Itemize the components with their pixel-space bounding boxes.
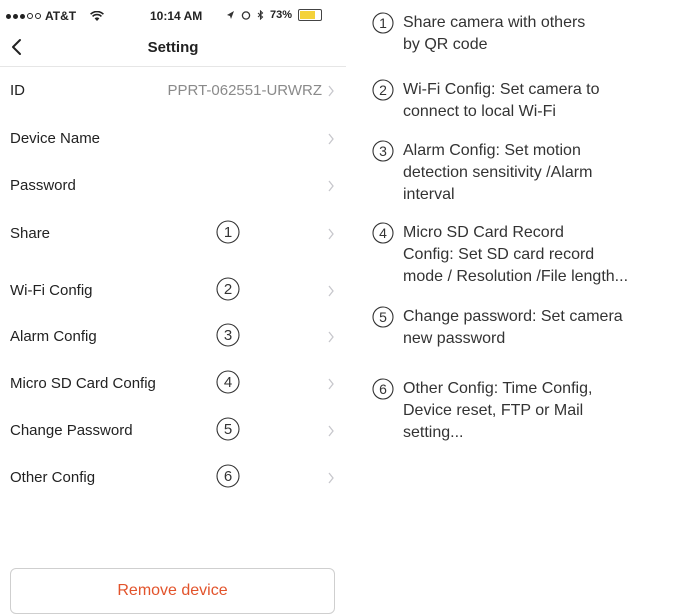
note-text: Other Config: Time Config, Device reset,… bbox=[403, 378, 675, 444]
svg-text:6: 6 bbox=[224, 468, 232, 485]
row-device-name[interactable]: Device Name bbox=[0, 115, 346, 162]
row-label: Micro SD Card Config bbox=[10, 375, 156, 392]
location-icon bbox=[227, 11, 234, 19]
status-bar: AT&T 10:14 AM 73% bbox=[0, 0, 346, 34]
svg-text:4: 4 bbox=[224, 374, 232, 391]
number-badge: 3 bbox=[372, 140, 394, 162]
note-line: interval bbox=[403, 186, 455, 203]
note-line: mode / Resolution /File length... bbox=[403, 268, 629, 285]
row-label: Password bbox=[10, 177, 76, 194]
note-line: Config: Set SD card record bbox=[403, 246, 595, 263]
signal-dots-icon bbox=[6, 13, 41, 19]
note-line: Micro SD Card Record bbox=[403, 224, 564, 241]
note-line: new password bbox=[403, 330, 506, 347]
nav-bar: Setting bbox=[0, 30, 346, 67]
note-line: Share camera with others bbox=[403, 14, 586, 31]
svg-text:1: 1 bbox=[224, 224, 232, 241]
note-text: Change password: Set camera new password bbox=[403, 306, 675, 350]
row-other-config[interactable]: Other Config 6 bbox=[0, 454, 346, 501]
note-text: Share camera with others by QR code bbox=[403, 12, 675, 56]
svg-text:2: 2 bbox=[379, 82, 387, 98]
remove-device-button[interactable]: Remove device bbox=[10, 568, 335, 614]
note-text: Micro SD Card Record Config: Set SD card… bbox=[403, 222, 675, 288]
number-badge: 2 bbox=[372, 79, 394, 101]
number-badge: 6 bbox=[216, 464, 240, 488]
row-label: Change Password bbox=[10, 422, 133, 439]
row-wifi-config[interactable]: Wi-Fi Config 2 bbox=[0, 267, 346, 314]
note-line: connect to local Wi-Fi bbox=[403, 103, 556, 120]
carrier-label: AT&T bbox=[45, 9, 77, 23]
number-badge: 5 bbox=[372, 306, 394, 328]
row-label: Alarm Config bbox=[10, 328, 97, 345]
svg-text:1: 1 bbox=[379, 15, 387, 31]
number-badge: 2 bbox=[216, 277, 240, 301]
chevron-right-icon bbox=[328, 228, 334, 240]
note-line: detection sensitivity /Alarm bbox=[403, 164, 593, 181]
svg-text:5: 5 bbox=[224, 421, 232, 438]
note-line: Wi-Fi Config: Set camera to bbox=[403, 81, 600, 98]
battery-percent: 73% bbox=[270, 9, 293, 21]
note-line: Other Config: Time Config, bbox=[403, 380, 593, 397]
note-line: setting... bbox=[403, 424, 464, 441]
row-label: Share bbox=[10, 225, 51, 242]
status-right: 73% bbox=[226, 9, 323, 21]
svg-text:5: 5 bbox=[379, 309, 387, 325]
note-line: Change password: Set camera bbox=[403, 308, 623, 325]
number-badge: 1 bbox=[216, 220, 240, 244]
status-left: AT&T bbox=[6, 9, 105, 23]
phone-screen: AT&T 10:14 AM 73% Setting ID PPRT-062551… bbox=[0, 0, 346, 614]
row-alarm-config[interactable]: Alarm Config 3 bbox=[0, 313, 346, 360]
chevron-right-icon bbox=[328, 180, 334, 192]
wifi-icon bbox=[90, 10, 105, 21]
number-badge: 5 bbox=[216, 417, 240, 441]
page-title: Setting bbox=[147, 39, 199, 56]
svg-text:2: 2 bbox=[224, 281, 232, 298]
number-badge: 6 bbox=[372, 378, 394, 400]
row-password[interactable]: Password bbox=[0, 162, 346, 209]
row-label: Other Config bbox=[10, 469, 96, 486]
note-text: Alarm Config: Set motion detection sensi… bbox=[403, 140, 675, 206]
chevron-right-icon bbox=[328, 472, 334, 484]
alarm-icon bbox=[241, 11, 251, 20]
row-label: Wi-Fi Config bbox=[10, 282, 93, 299]
note-line: Alarm Config: Set motion bbox=[403, 142, 581, 159]
svg-text:4: 4 bbox=[379, 225, 387, 241]
chevron-right-icon bbox=[328, 378, 334, 390]
number-badge: 1 bbox=[372, 12, 394, 34]
svg-text:3: 3 bbox=[379, 143, 387, 159]
svg-text:6: 6 bbox=[379, 381, 387, 397]
device-id-value: PPRT-062551-URWRZ bbox=[167, 82, 323, 99]
chevron-right-icon bbox=[328, 331, 334, 343]
svg-text:3: 3 bbox=[224, 327, 232, 344]
chevron-right-icon bbox=[328, 85, 334, 97]
number-badge: 4 bbox=[216, 370, 240, 394]
note-text: Wi-Fi Config: Set camera to connect to l… bbox=[403, 79, 675, 123]
chevron-right-icon bbox=[328, 425, 334, 437]
row-change-password[interactable]: Change Password 5 bbox=[0, 407, 346, 454]
row-share[interactable]: Share 1 bbox=[0, 210, 346, 257]
number-badge: 4 bbox=[372, 222, 394, 244]
row-label: ID bbox=[10, 82, 25, 99]
note-line: by QR code bbox=[403, 36, 488, 53]
row-micro-sd-config[interactable]: Micro SD Card Config 4 bbox=[0, 360, 346, 407]
chevron-right-icon bbox=[328, 285, 334, 297]
row-id[interactable]: ID PPRT-062551-URWRZ bbox=[0, 67, 346, 114]
row-label: Device Name bbox=[10, 130, 101, 147]
status-time: 10:14 AM bbox=[150, 9, 203, 23]
number-badge: 3 bbox=[216, 323, 240, 347]
chevron-right-icon bbox=[328, 133, 334, 145]
battery-icon bbox=[298, 9, 323, 21]
bluetooth-icon bbox=[257, 10, 264, 20]
note-line: Device reset, FTP or Mail bbox=[403, 402, 584, 419]
